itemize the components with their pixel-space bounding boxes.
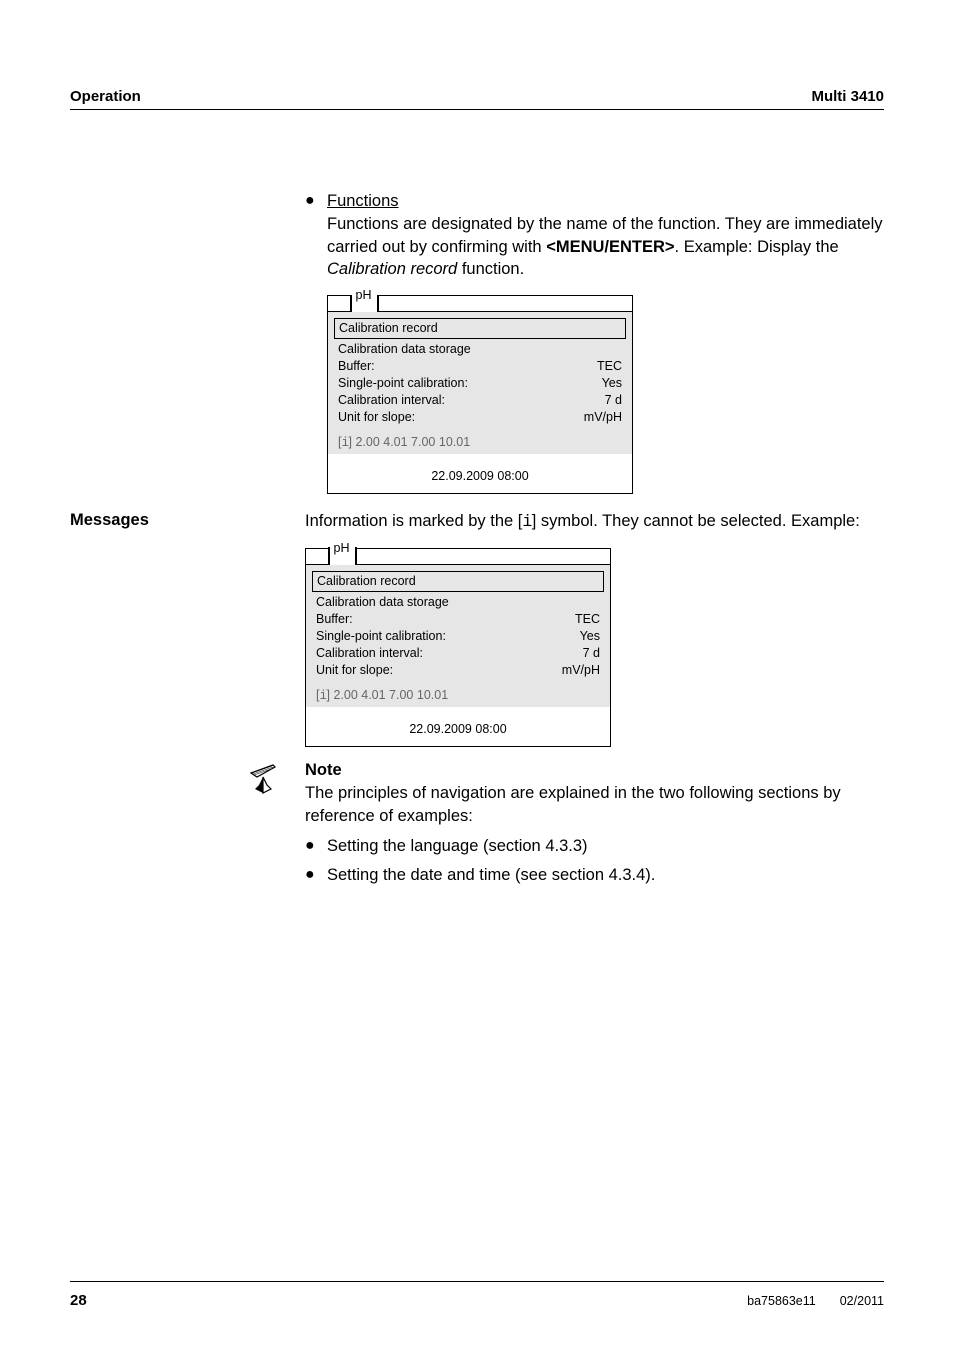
bullet-icon: ●	[305, 190, 327, 506]
screen-row-l: Calibration interval:	[338, 392, 445, 409]
bullet-item: Setting the language (section 4.3.3)	[327, 835, 588, 858]
functions-block: Functions Functions are designated by th…	[327, 190, 884, 506]
note-icon	[245, 759, 297, 827]
screen-info-line: [i] 2.00 4.01 7.00 10.01	[312, 679, 604, 707]
bullet-item: Setting the date and time (see section 4…	[327, 864, 655, 887]
page-header: Operation Multi 3410	[70, 88, 884, 110]
page-number: 28	[70, 1292, 87, 1309]
note-heading: Note	[305, 761, 342, 779]
footer-doc-id: ba75863e11	[747, 1294, 816, 1308]
functions-text-2: . Example: Display the	[675, 238, 839, 256]
functions-heading: Functions	[327, 192, 399, 210]
screen-row-l: Single-point calibration:	[338, 375, 468, 392]
screen-row-r: Yes	[580, 628, 600, 645]
note-block: Note The principles of navigation are ex…	[305, 759, 884, 827]
screen-timestamp: 22.09.2009 08:00	[328, 454, 632, 493]
screen-row-r: Yes	[602, 375, 622, 392]
screen-selected-item: Calibration record	[334, 318, 626, 339]
screen-row-l: Buffer:	[338, 358, 375, 375]
screen-tab-label: pH	[330, 540, 356, 565]
footer-date: 02/2011	[840, 1294, 884, 1308]
messages-text-1: Information is marked by the [	[305, 512, 522, 530]
screen-row-r: TEC	[597, 358, 622, 375]
screen-row-r: 7 d	[605, 392, 622, 409]
screen-info-line: [i] 2.00 4.01 7.00 10.01	[334, 426, 626, 454]
calibration-record-italic: Calibration record	[327, 260, 457, 278]
screen-row-l: Unit for slope:	[338, 409, 415, 426]
note-text: The principles of navigation are explain…	[305, 784, 841, 825]
screen-row-r: 7 d	[583, 645, 600, 662]
device-screen-1: pH Calibration record Calibration data s…	[327, 295, 633, 494]
screen-row-l: Calibration interval:	[316, 645, 423, 662]
screen-row-l: Calibration data storage	[338, 341, 471, 358]
screen-row-l: Unit for slope:	[316, 662, 393, 679]
functions-text-3: function.	[457, 260, 524, 278]
header-left: Operation	[70, 88, 141, 105]
screen-row-l: Single-point calibration:	[316, 628, 446, 645]
menu-enter-key: <MENU/ENTER>	[546, 238, 674, 256]
bullet-icon: ●	[305, 864, 327, 887]
messages-body: Information is marked by the [i] symbol.…	[305, 510, 884, 893]
screen-row-l: Buffer:	[316, 611, 353, 628]
screen-row-r: TEC	[575, 611, 600, 628]
device-screen-2: pH Calibration record Calibration data s…	[305, 548, 611, 747]
header-right: Multi 3410	[811, 88, 884, 105]
messages-label: Messages	[70, 510, 305, 530]
screen-timestamp: 22.09.2009 08:00	[306, 707, 610, 746]
screen-selected-item: Calibration record	[312, 571, 604, 592]
bullet-icon: ●	[305, 835, 327, 858]
page-footer: 28 ba75863e11 02/2011	[70, 1281, 884, 1309]
messages-text-2: ] symbol. They cannot be selected. Examp…	[532, 512, 860, 530]
screen-row-r: mV/pH	[584, 409, 622, 426]
screen-row-l: Calibration data storage	[316, 594, 449, 611]
screen-row-r: mV/pH	[562, 662, 600, 679]
info-symbol: i	[522, 512, 531, 531]
screen-tab-label: pH	[352, 287, 378, 312]
